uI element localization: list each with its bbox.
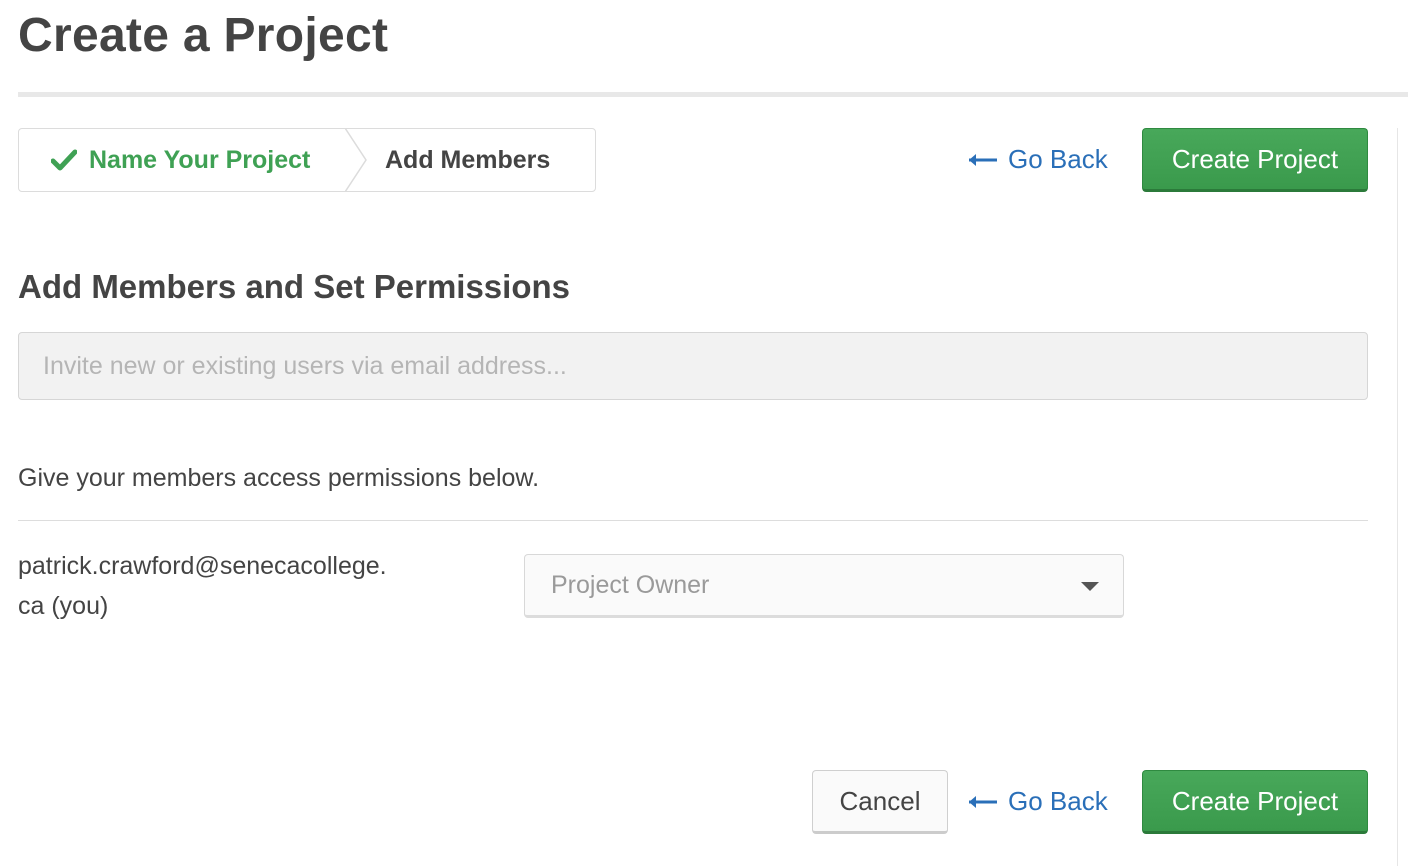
permissions-description: Give your members access permissions bel… — [18, 464, 540, 492]
cancel-button[interactable]: Cancel — [812, 770, 948, 834]
section-heading: Add Members and Set Permissions — [18, 268, 570, 305]
invite-email-input[interactable] — [18, 332, 1368, 400]
wizard-breadcrumb: Name Your Project Add Members — [18, 128, 596, 192]
go-back-label: Go Back — [1008, 144, 1108, 174]
go-back-link[interactable]: Go Back — [968, 144, 1108, 175]
wizard-step-add-members[interactable]: Add Members — [353, 129, 550, 191]
caret-down-icon — [1081, 582, 1099, 591]
arrow-left-icon — [969, 153, 997, 166]
go-back-link-bottom[interactable]: Go Back — [968, 786, 1108, 817]
title-divider — [18, 92, 1408, 97]
create-project-button-bottom[interactable]: Create Project — [1142, 770, 1368, 834]
member-email: patrick.crawford@senecacollege.ca (you) — [18, 552, 387, 620]
wizard-step-label: Name Your Project — [89, 145, 311, 174]
role-select-value: Project Owner — [551, 570, 710, 599]
permissions-divider — [18, 520, 1368, 521]
go-back-label: Go Back — [1008, 786, 1108, 816]
wizard-step-label: Add Members — [385, 145, 551, 174]
create-project-button[interactable]: Create Project — [1142, 128, 1368, 192]
page-title: Create a Project — [18, 9, 389, 62]
member-role-select[interactable]: Project Owner — [524, 554, 1124, 618]
arrow-left-icon — [969, 795, 997, 808]
checkmark-icon — [51, 149, 77, 171]
wizard-step-name-project[interactable]: Name Your Project — [19, 128, 367, 192]
right-panel-divider — [1397, 128, 1398, 866]
